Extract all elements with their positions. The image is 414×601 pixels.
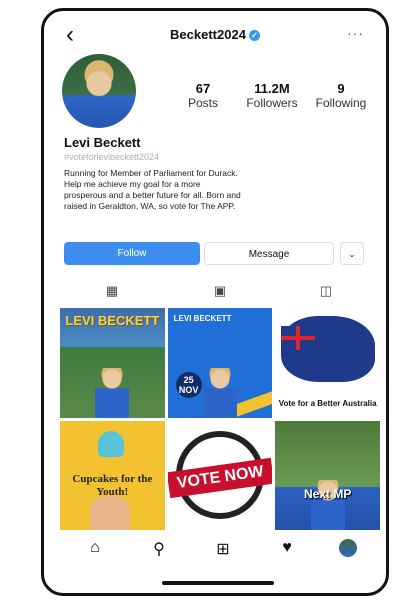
more-horizontal-icon[interactable]: ··· <box>347 25 364 41</box>
followers-count: 11.2M <box>254 81 290 96</box>
candidate-photo <box>95 367 130 418</box>
username-header: Beckett2024 ✓ <box>44 27 386 42</box>
profile-tabs: ▦ ▣ ◫ <box>44 283 386 303</box>
post2-date: 25 NOV <box>175 371 202 398</box>
posts-stat[interactable]: 67 Posts <box>172 81 234 115</box>
post1-title: LEVI BECKETT <box>65 313 160 328</box>
chevron-down-icon: ⌄ <box>348 250 356 259</box>
posts-label: Posts <box>187 96 218 110</box>
post-thumbnail-1[interactable]: LEVI BECKETT <box>60 308 165 418</box>
posts-grid: LEVI BECKETT LEVI BECKETT 25 NOV Vote fo… <box>60 308 380 530</box>
hand-icon <box>90 496 130 530</box>
followers-stat[interactable]: 11.2M Followers <box>241 81 303 115</box>
search-icon[interactable]: ⚲ <box>149 539 169 559</box>
post-thumbnail-5[interactable]: VOTE NOW <box>167 420 273 530</box>
post2-title: LEVI BECKETT <box>173 314 232 323</box>
phone-frame: ‹ Beckett2024 ✓ ··· 67 Posts 11.2M Follow… <box>41 8 389 596</box>
heart-icon[interactable]: ♥ <box>277 539 297 559</box>
home-icon[interactable]: ⌂ <box>85 539 105 559</box>
post6-caption: Next MP <box>303 486 352 501</box>
verified-check-icon: ✓ <box>248 30 260 41</box>
create-icon[interactable]: ⊞ <box>213 539 233 559</box>
post-thumbnail-6[interactable]: Next MP <box>275 420 380 530</box>
follow-button[interactable]: Follow <box>64 242 200 265</box>
australian-flag-icon <box>281 326 316 350</box>
profile-name: Levi Beckett <box>64 135 141 150</box>
post4-caption: Cupcakes for the Youth! <box>72 472 153 498</box>
posts-count: 67 <box>195 81 211 96</box>
top-bar: ‹ Beckett2024 ✓ ··· <box>44 23 386 51</box>
profile-stats: 67 Posts 11.2M Followers 9 Following <box>172 81 372 115</box>
tagged-icon[interactable]: ◫ <box>316 283 336 299</box>
followers-label: Followers <box>246 96 298 110</box>
post-thumbnail-4[interactable]: Cupcakes for the Youth! <box>60 420 165 530</box>
post3-caption: Vote for a Better Australia <box>278 398 377 408</box>
post-thumbnail-3[interactable]: Vote for a Better Australia <box>275 308 380 418</box>
suggestions-dropdown-button[interactable]: ⌄ <box>340 242 364 265</box>
message-button[interactable]: Message <box>204 242 334 265</box>
following-count: 9 <box>337 81 345 96</box>
grid-icon[interactable]: ▦ <box>102 283 122 299</box>
home-indicator <box>162 581 274 585</box>
following-stat[interactable]: 9 Following <box>310 81 372 115</box>
cupcake-icon <box>98 430 124 457</box>
profile-hashtag[interactable]: #voteforlevibeckett2024 <box>64 152 159 162</box>
candidate-photo <box>202 367 237 418</box>
reels-icon[interactable]: ▣ <box>210 283 230 299</box>
profile-avatar-icon[interactable] <box>339 539 357 557</box>
profile-avatar[interactable] <box>62 54 136 128</box>
following-label: Following <box>315 96 367 110</box>
bottom-nav: ⌂ ⚲ ⊞ ♥ <box>44 539 386 565</box>
profile-bio: Running for Member of Parliament for Dur… <box>64 168 241 211</box>
username: Beckett2024 <box>170 27 246 42</box>
post-thumbnail-2[interactable]: LEVI BECKETT 25 NOV <box>167 308 273 418</box>
